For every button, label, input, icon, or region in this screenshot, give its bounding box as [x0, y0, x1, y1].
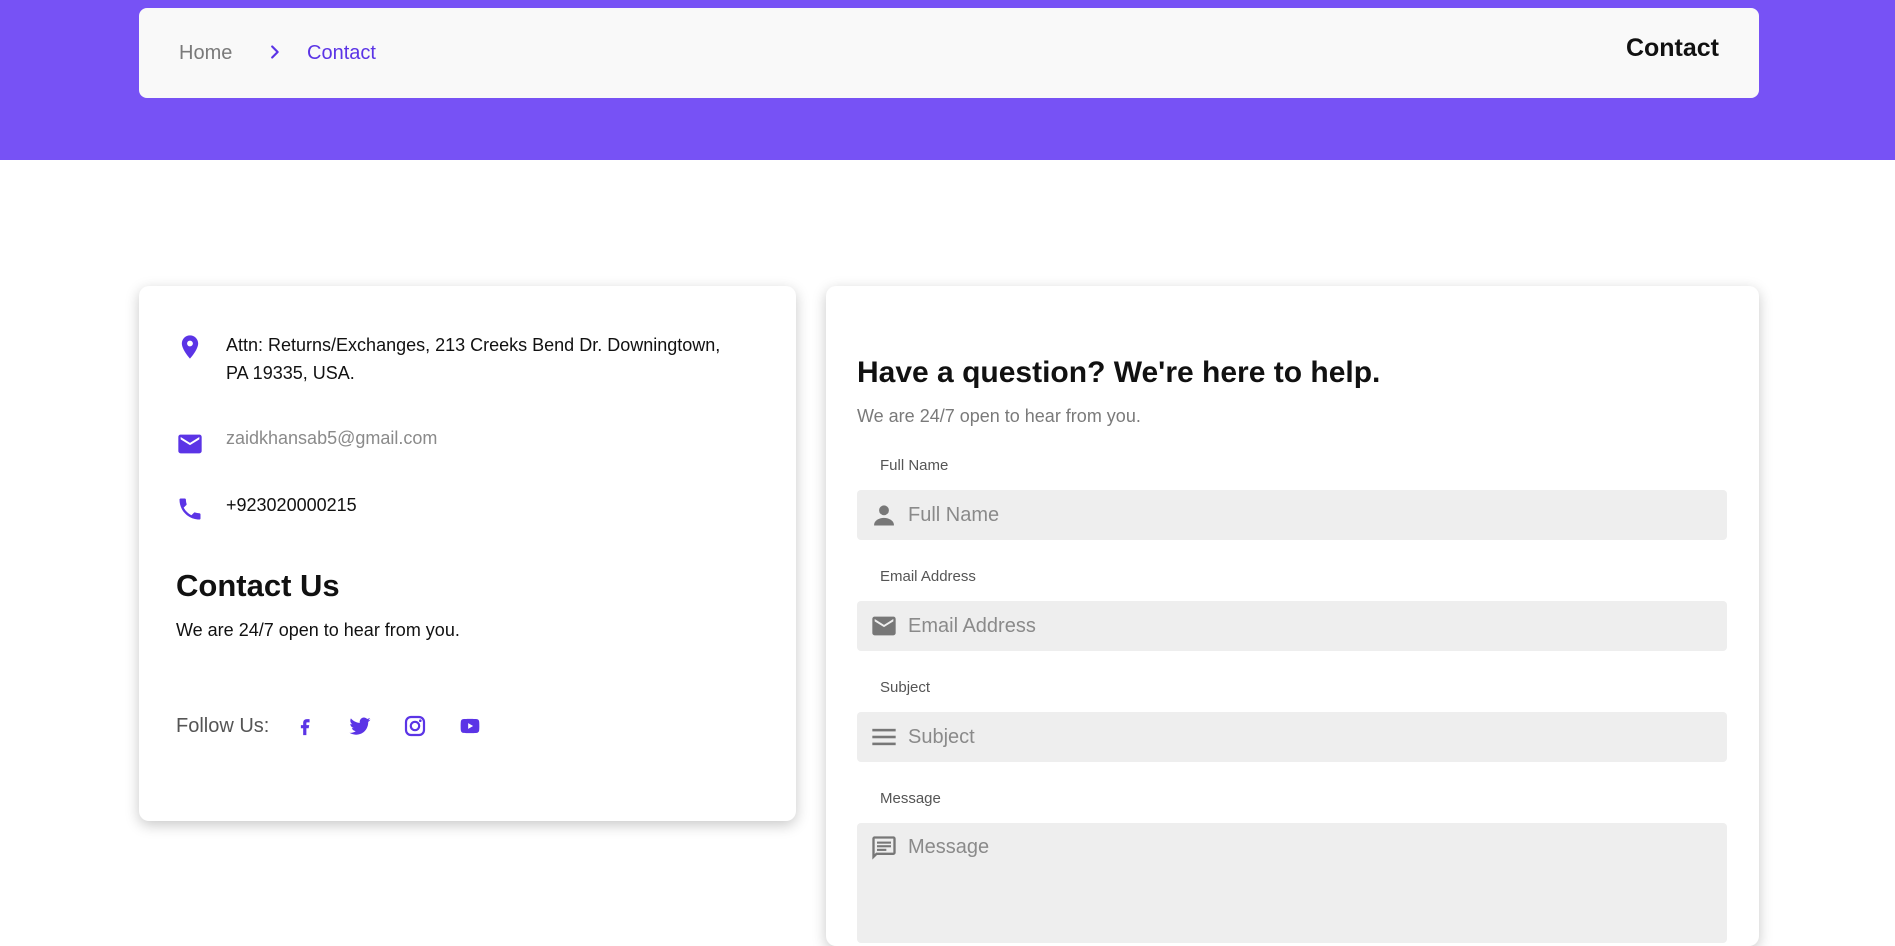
page-title: Contact: [1625, 34, 1719, 62]
contact-us-subtext: We are 24/7 open to hear from you.: [176, 620, 460, 640]
address-row: Attn: Returns/Exchanges, 213 Creeks Bend…: [176, 331, 746, 387]
mail-icon: [178, 434, 202, 454]
phone-text: +923020000215: [226, 495, 357, 515]
breadcrumb-current-link[interactable]: Contact: [307, 42, 376, 65]
form-title: Have a question? We're here to help.: [857, 356, 1381, 389]
email-input[interactable]: [908, 614, 1708, 638]
breadcrumb: Home Contact Contact: [139, 8, 1759, 98]
email-link[interactable]: zaidkhansab5@gmail.com: [226, 424, 746, 452]
phone-icon: [179, 498, 201, 520]
email-row: zaidkhansab5@gmail.com: [176, 424, 746, 458]
instagram-icon[interactable]: [401, 712, 429, 740]
location-pin-icon: [181, 335, 199, 359]
full-name-input[interactable]: [908, 503, 1708, 527]
youtube-icon[interactable]: [456, 712, 484, 740]
address-text: Attn: Returns/Exchanges, 213 Creeks Bend…: [226, 335, 721, 383]
contact-us-heading: Contact Us: [176, 568, 340, 603]
follow-us: Follow Us:: [176, 712, 511, 740]
subject-input[interactable]: [908, 725, 1708, 749]
message-icon: [872, 836, 896, 860]
contact-info-card: Attn: Returns/Exchanges, 213 Creeks Bend…: [139, 286, 796, 821]
follow-us-label: Follow Us:: [176, 714, 270, 737]
mail-icon: [872, 616, 896, 636]
subject-label: Subject: [880, 679, 931, 696]
breadcrumb-home-link[interactable]: Home: [179, 42, 232, 65]
twitter-icon[interactable]: [346, 712, 374, 740]
full-name-field: [857, 490, 1727, 540]
form-subtitle: We are 24/7 open to hear from you.: [857, 406, 1141, 426]
message-label: Message: [880, 790, 941, 807]
lines-icon: [872, 728, 896, 746]
email-label: Email Address: [880, 568, 976, 585]
facebook-icon[interactable]: [291, 712, 319, 740]
message-input[interactable]: [908, 836, 1708, 926]
contact-form-card: Have a question? We're here to help. We …: [826, 286, 1759, 946]
full-name-label: Full Name: [880, 457, 949, 474]
person-icon: [874, 505, 894, 526]
chevron-right-icon: [271, 45, 279, 59]
message-field: [857, 823, 1727, 943]
email-field: [857, 601, 1727, 651]
phone-row: +923020000215: [176, 491, 746, 523]
header-banner: Home Contact Contact: [0, 0, 1895, 160]
subject-field: [857, 712, 1727, 762]
